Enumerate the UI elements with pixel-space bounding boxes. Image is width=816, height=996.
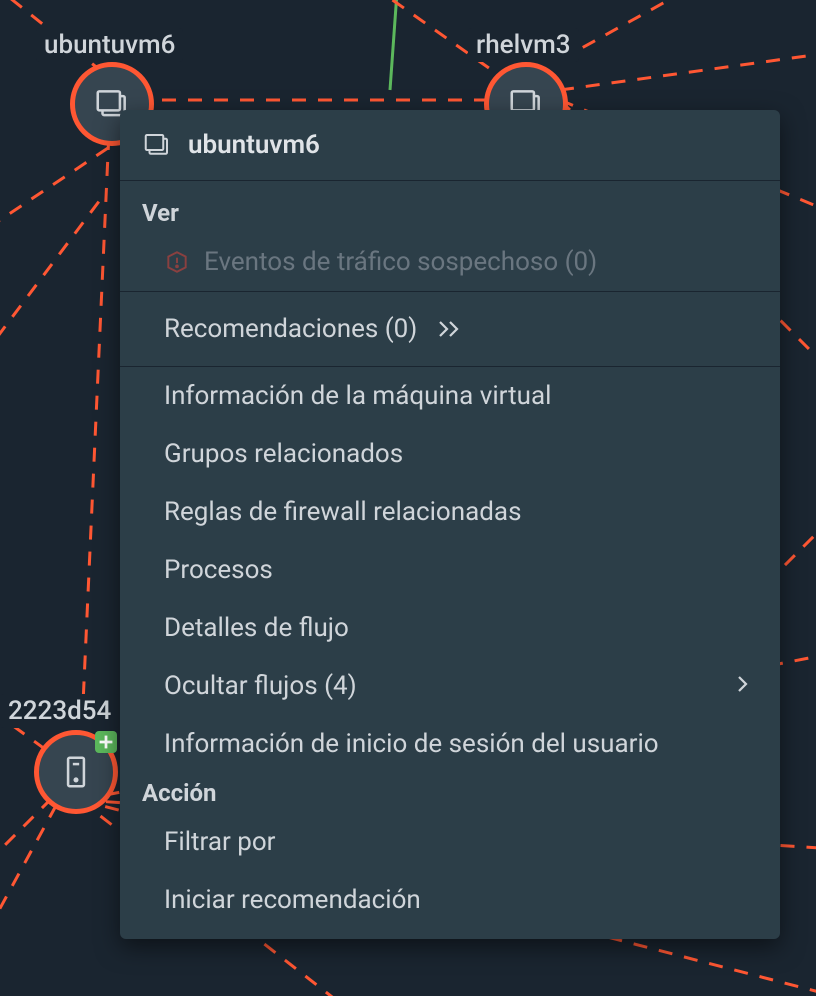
menu-item-label: Reglas de firewall relacionadas: [164, 497, 522, 527]
plus-icon: [95, 723, 117, 761]
menu-item-label: Recomendaciones (0): [164, 314, 417, 344]
menu-item-start-recommendation[interactable]: Iniciar recomendación: [120, 871, 780, 939]
menu-title: ubuntuvm6: [188, 130, 320, 160]
menu-header: ubuntuvm6: [120, 110, 780, 181]
menu-item-user-login-info[interactable]: Información de inicio de sesión del usua…: [120, 715, 780, 773]
vm-icon: [142, 130, 172, 160]
node-label-ubuntuvm6[interactable]: ubuntuvm6: [36, 28, 183, 62]
menu-item-label: Información de inicio de sesión del usua…: [164, 729, 659, 759]
section-ver-label: Ver: [120, 181, 780, 233]
node-label-rhelvm3[interactable]: rhelvm3: [468, 28, 579, 62]
menu-item-recommendations[interactable]: Recomendaciones (0): [120, 291, 780, 367]
menu-item-label: Filtrar por: [164, 827, 275, 857]
context-menu: ubuntuvm6 Ver Eventos de tráfico sospech…: [120, 110, 780, 939]
menu-item-related-groups[interactable]: Grupos relacionados: [120, 425, 780, 483]
menu-item-firewall-rules[interactable]: Reglas de firewall relacionadas: [120, 483, 780, 541]
menu-item-label: Iniciar recomendación: [164, 885, 421, 915]
node-host[interactable]: [34, 730, 118, 814]
section-accion-label: Acción: [120, 773, 780, 813]
menu-item-vm-info[interactable]: Información de la máquina virtual: [120, 367, 780, 425]
plus-badge: [95, 731, 117, 753]
alert-icon: [164, 249, 190, 275]
host-icon: [57, 753, 95, 791]
menu-item-label: Ocultar flujos (4): [164, 671, 357, 701]
menu-item-filter-by[interactable]: Filtrar por: [120, 813, 780, 871]
menu-item-label: Detalles de flujo: [164, 613, 349, 643]
menu-item-label: Información de la máquina virtual: [164, 381, 551, 411]
menu-item-suspicious-traffic: Eventos de tráfico sospechoso (0): [120, 233, 780, 291]
menu-item-flow-details[interactable]: Detalles de flujo: [120, 599, 780, 657]
menu-item-label: Eventos de tráfico sospechoso (0): [204, 247, 597, 277]
double-chevron-icon: [437, 319, 465, 339]
menu-item-processes[interactable]: Procesos: [120, 541, 780, 599]
menu-item-label: Grupos relacionados: [164, 439, 403, 469]
menu-item-hide-flows[interactable]: Ocultar flujos (4): [120, 657, 780, 715]
chevron-right-icon: [736, 671, 750, 701]
menu-item-label: Procesos: [164, 555, 273, 585]
